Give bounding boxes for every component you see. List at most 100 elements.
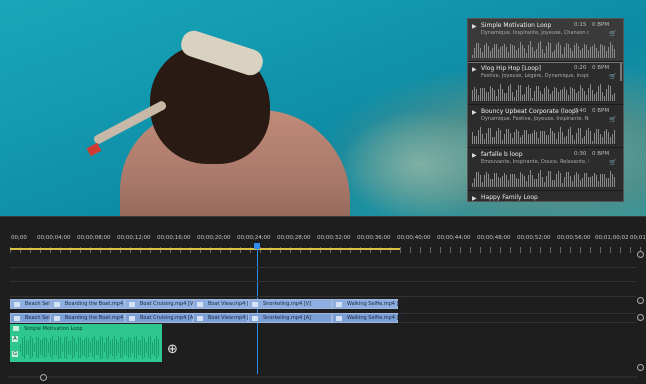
waveform-bar [610,171,611,187]
track-title: Bouncy Upbeat Corporate (loop) [481,108,579,115]
waveform-bar [514,96,515,101]
audio-clip[interactable]: Boat View.mp4 [A] [193,313,254,323]
waveform-bar [132,341,133,354]
waveform-bar [510,174,511,187]
video-clip[interactable]: Boat View.mp4 [V] [193,299,254,309]
waveform-bar [562,132,563,144]
waveform-bar [130,338,131,357]
waveform-bar [490,127,491,144]
clip-label: Snorkeling.mp4 [A] [263,315,312,321]
music-clip[interactable]: Simple Motivation Loop A G [10,324,162,362]
work-area-bar[interactable] [10,248,400,250]
waveform-bar [576,172,577,187]
audio-clip[interactable]: Beach Selfi [10,313,53,323]
waveform-bar [108,336,109,359]
track-duration: 0:20 [574,65,587,71]
scroll-handle[interactable] [637,314,644,321]
music-track-2[interactable]: ▶ Bouncy Upbeat Corporate (loop) 0:40 0 … [468,105,623,148]
play-icon[interactable]: ▶ [472,66,477,73]
waveform-bar [498,48,499,58]
waveform-bar [114,336,115,359]
waveform-bar [26,340,27,355]
video-clip[interactable]: Boarding the Boat.mp4 [V] [50,299,132,309]
scroll-handle[interactable] [637,364,644,371]
waveform-bar [476,43,477,58]
zoom-handle[interactable] [40,374,47,381]
audio-clip[interactable]: Walking Selfie.mp4 [A] [332,313,404,323]
waveform-bar [508,179,509,187]
waveform-bar [138,340,139,355]
waveform-bar [472,131,473,144]
waveform-bar [500,177,501,187]
audio-clip[interactable]: Boat Cruising.mp4 [A] [125,313,195,323]
waveform-bar [544,53,545,58]
waveform-bar [500,84,501,101]
waveform-bar [126,338,127,357]
waveform-bar [518,131,519,144]
play-icon[interactable]: ▶ [472,152,477,159]
play-icon[interactable]: ▶ [472,23,477,30]
scroll-handle[interactable] [637,251,644,258]
video-clip[interactable]: Boat Cruising.mp4 [V] [125,299,195,309]
waveform-bar [494,173,495,187]
waveform-bar [528,134,529,144]
waveform-bar [598,86,599,101]
track-title: Vlog Hip Hop [Loop] [481,65,542,72]
horizontal-scrollbar[interactable] [8,376,638,378]
cart-icon[interactable]: 🛒 [609,73,616,80]
music-track-3[interactable]: ▶ farfalle b loop 0:30 0 BPM Émouvante, … [468,148,623,191]
waveform-bar [572,50,573,58]
waveform-bar [548,171,549,187]
waveform-bar [508,86,509,101]
waveform-bar [150,336,151,359]
waveform-bar [502,89,503,101]
waveform-bar [566,89,567,101]
waveform-bar [536,179,537,187]
cart-icon[interactable]: 🛒 [609,159,616,166]
timecode-label: 00;00;12;00 [117,235,151,241]
audio-clip[interactable]: Boarding the Boat.mp4 [A] [50,313,132,323]
music-track-4[interactable]: ▶ Happy Family Loop [468,191,623,201]
cursor-icon: ⊕ [167,342,178,357]
video-clip[interactable]: Snorkeling.mp4 [V] [248,299,332,309]
clip-icon [14,302,20,307]
waveform-bar [502,46,503,58]
waveform-bar [554,49,555,58]
waveform-bar [116,338,117,357]
waveform-bar [614,176,615,187]
cart-icon[interactable]: 🛒 [609,30,616,37]
waveform-bar [580,179,581,187]
timecode-label: 00;00;44;00 [437,235,471,241]
play-icon[interactable]: ▶ [472,195,477,201]
video-clip[interactable]: Beach Selfi [10,299,53,309]
waveform-bar [570,87,571,101]
waveform-bar [612,45,613,58]
cart-icon[interactable]: 🛒 [609,116,616,123]
waveform-bar [538,172,539,187]
music-track-0[interactable]: ▶ Simple Motivation Loop 0:15 0 BPM Dyna… [468,19,623,63]
music-waveform [20,336,162,360]
audio-clip[interactable]: Snorkeling.mp4 [A] [248,313,332,323]
waveform-bar [600,133,601,144]
waveform-bar [596,91,597,101]
waveform-bar [528,175,529,187]
clip-icon [54,302,60,307]
fx-badge[interactable]: G [12,351,18,357]
music-track-1[interactable]: ▶ Vlog Hip Hop [Loop] 0:20 0 BPM Festive… [468,62,623,105]
waveform-bar [486,43,487,58]
waveform-bar [592,175,593,187]
waveform-bar [30,336,31,359]
scroll-handle[interactable] [637,297,644,304]
waveform-bar [576,132,577,144]
waveform-bar [546,135,547,144]
video-clip[interactable]: Walking Selfie.mp4 [V] [332,299,404,309]
waveform-bar [574,44,575,58]
waveform-bar [588,49,589,58]
waveform-bar [562,89,563,101]
waveform-bar [526,87,527,101]
waveform-bar [600,43,601,58]
play-icon[interactable]: ▶ [472,109,477,116]
waveform-bar [512,174,513,187]
fx-badge[interactable]: A [12,336,18,342]
waveform-bar [530,170,531,187]
